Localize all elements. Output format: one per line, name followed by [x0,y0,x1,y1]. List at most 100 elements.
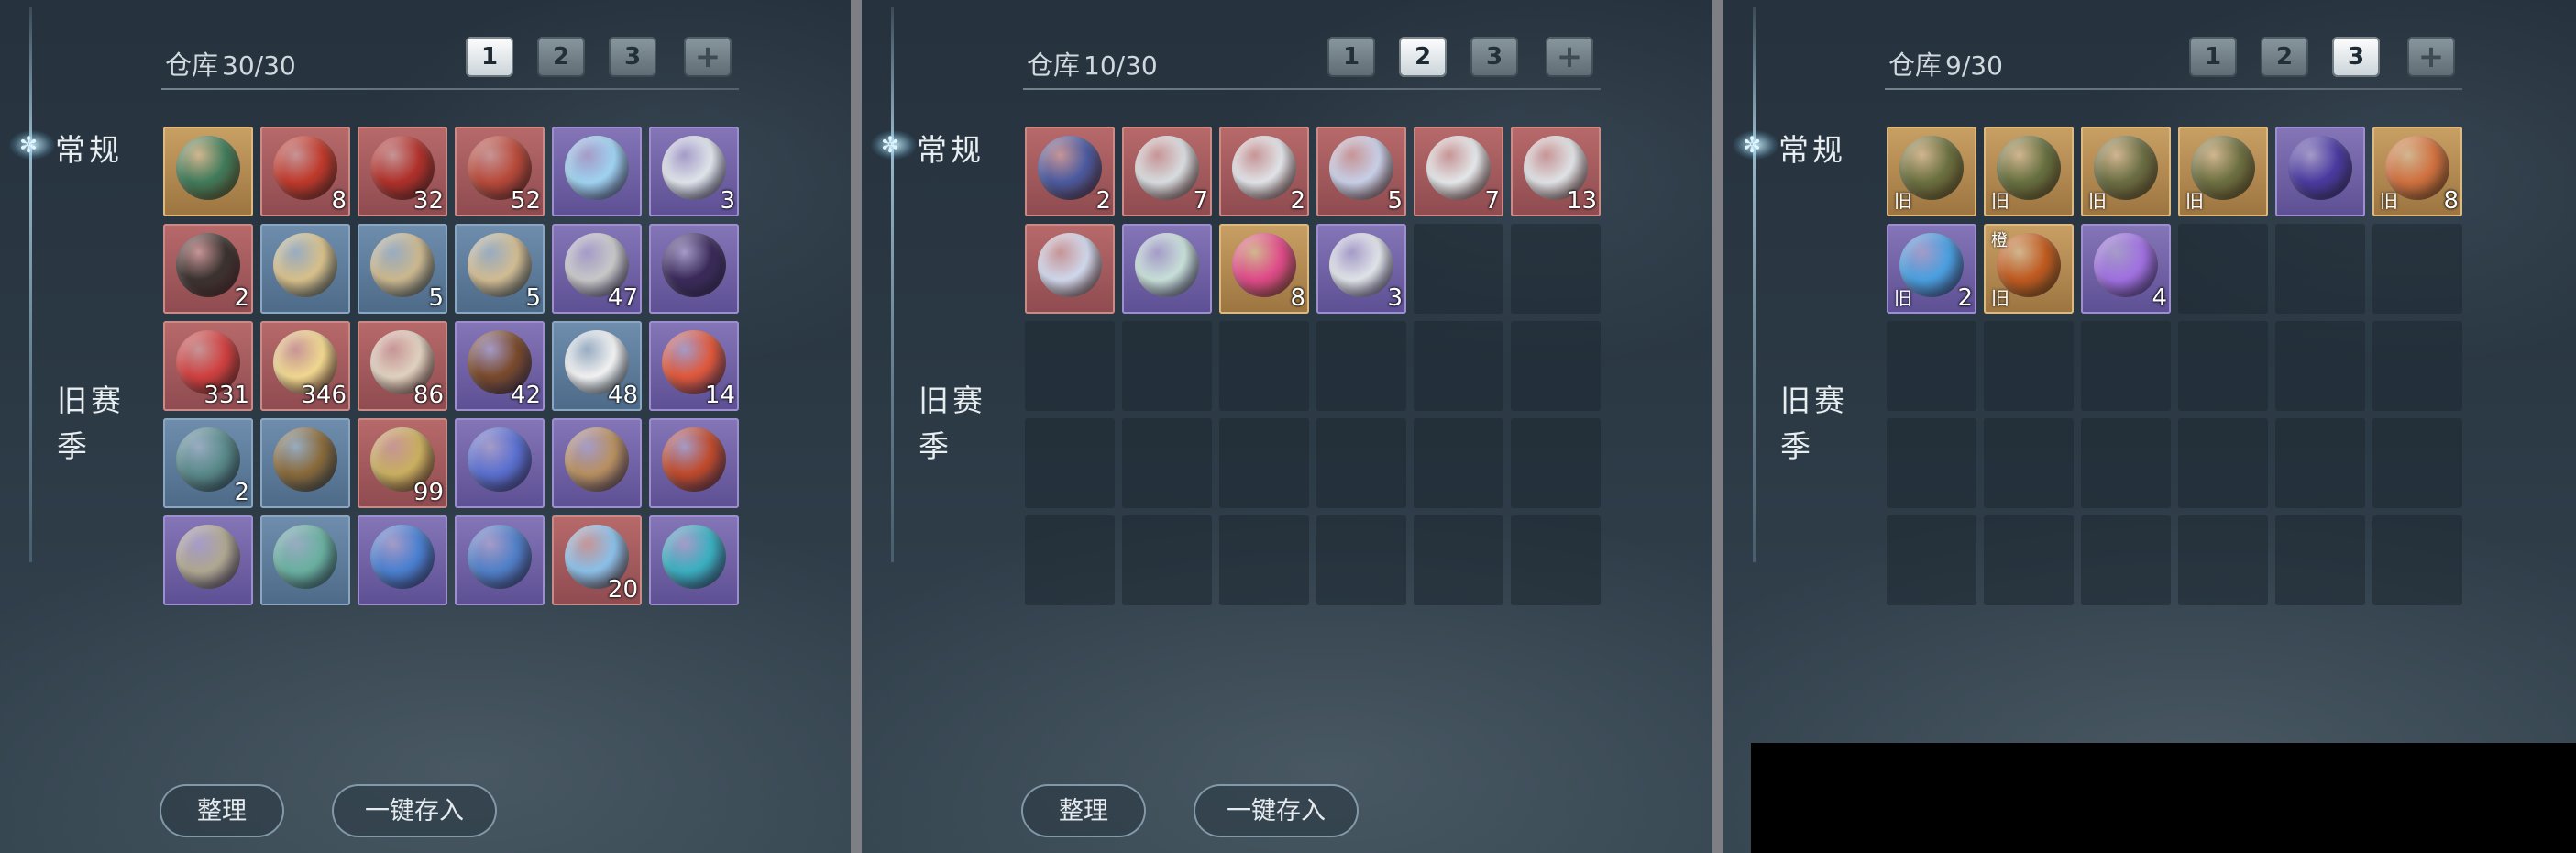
empty-slot[interactable] [1511,224,1601,314]
empty-slot[interactable] [1887,321,1976,411]
tab-old-season[interactable]: 旧赛季 [57,378,139,470]
item-slot[interactable]: 3 [1316,224,1406,314]
tab-regular[interactable]: 常规 [55,126,123,170]
item-slot[interactable]: 346 [260,321,350,411]
item-slot[interactable] [552,418,642,508]
page-tab-1[interactable]: 1 [2189,37,2237,77]
tab-old-season[interactable]: 旧赛季 [919,378,1001,470]
tab-regular[interactable]: 常规 [917,126,985,170]
empty-slot[interactable] [1984,321,2074,411]
add-page-icon[interactable]: + [1546,37,1593,77]
item-slot[interactable]: 8 [1219,224,1309,314]
item-slot[interactable] [2275,127,2365,216]
empty-slot[interactable] [2372,515,2462,605]
add-page-icon[interactable]: + [684,37,732,77]
item-slot[interactable]: 3 [649,127,739,216]
page-tab-1[interactable]: 1 [466,37,513,77]
empty-slot[interactable] [1219,515,1309,605]
empty-slot[interactable] [2275,224,2365,314]
item-slot[interactable] [649,515,739,605]
item-slot[interactable]: 2 [1025,127,1115,216]
item-slot[interactable]: 14 [649,321,739,411]
item-slot[interactable] [260,515,350,605]
item-slot[interactable]: 7 [1414,127,1503,216]
item-slot[interactable]: 331 [163,321,253,411]
empty-slot[interactable] [1025,321,1115,411]
item-slot[interactable] [1122,224,1212,314]
empty-slot[interactable] [2178,321,2268,411]
empty-slot[interactable] [1025,515,1115,605]
item-slot[interactable] [163,127,253,216]
item-slot[interactable] [260,418,350,508]
empty-slot[interactable] [1122,515,1212,605]
empty-slot[interactable] [1511,321,1601,411]
page-tab-2[interactable]: 2 [2261,37,2308,77]
tab-old-season[interactable]: 旧赛季 [1780,378,1863,470]
empty-slot[interactable] [2372,224,2462,314]
empty-slot[interactable] [2275,418,2365,508]
empty-slot[interactable] [1316,418,1406,508]
empty-slot[interactable] [2081,321,2171,411]
item-slot[interactable]: 42 [455,321,545,411]
empty-slot[interactable] [1887,515,1976,605]
empty-slot[interactable] [1219,321,1309,411]
item-slot[interactable]: 8 [260,127,350,216]
item-slot[interactable] [649,418,739,508]
item-slot[interactable]: 52 [455,127,545,216]
sort-button[interactable]: 整理 [1021,784,1146,837]
item-slot[interactable]: 5 [455,224,545,314]
item-slot[interactable] [455,418,545,508]
empty-slot[interactable] [2081,515,2171,605]
item-slot[interactable]: 13 [1511,127,1601,216]
empty-slot[interactable] [1511,515,1601,605]
empty-slot[interactable] [2372,321,2462,411]
page-tab-3[interactable]: 3 [2332,37,2380,77]
item-slot[interactable] [455,515,545,605]
empty-slot[interactable] [1219,418,1309,508]
empty-slot[interactable] [1122,418,1212,508]
page-tab-3[interactable]: 3 [1470,37,1518,77]
item-slot[interactable] [260,224,350,314]
empty-slot[interactable] [1511,418,1601,508]
page-tab-3[interactable]: 3 [609,37,656,77]
item-slot[interactable]: 2 [1219,127,1309,216]
page-tab-2[interactable]: 2 [1399,37,1447,77]
tab-regular[interactable]: 常规 [1778,126,1846,170]
empty-slot[interactable] [1414,321,1503,411]
empty-slot[interactable] [1984,418,2074,508]
empty-slot[interactable] [2178,224,2268,314]
item-slot[interactable] [1025,224,1115,314]
item-slot[interactable]: 86 [358,321,447,411]
empty-slot[interactable] [1984,515,2074,605]
item-slot[interactable]: 32 [358,127,447,216]
add-page-icon[interactable]: + [2407,37,2455,77]
item-slot[interactable] [358,515,447,605]
deposit-all-button[interactable]: 一键存入 [332,784,497,837]
empty-slot[interactable] [2275,515,2365,605]
deposit-all-button[interactable]: 一键存入 [1194,784,1359,837]
empty-slot[interactable] [1887,418,1976,508]
item-slot[interactable]: 4 [2081,224,2171,314]
item-slot[interactable]: 2 [163,418,253,508]
empty-slot[interactable] [1316,515,1406,605]
empty-slot[interactable] [2081,418,2171,508]
item-slot[interactable] [163,515,253,605]
item-slot[interactable]: 旧 [1887,127,1976,216]
item-slot[interactable]: 5 [1316,127,1406,216]
item-slot[interactable] [552,127,642,216]
empty-slot[interactable] [2275,321,2365,411]
item-slot[interactable] [649,224,739,314]
item-slot[interactable]: 旧2 [1887,224,1976,314]
item-slot[interactable]: 48 [552,321,642,411]
item-slot[interactable]: 7 [1122,127,1212,216]
empty-slot[interactable] [1316,321,1406,411]
empty-slot[interactable] [1025,418,1115,508]
item-slot[interactable]: 旧 [2178,127,2268,216]
item-slot[interactable]: 20 [552,515,642,605]
page-tab-1[interactable]: 1 [1327,37,1375,77]
empty-slot[interactable] [1414,224,1503,314]
empty-slot[interactable] [2178,418,2268,508]
item-slot[interactable]: 橙旧 [1984,224,2074,314]
empty-slot[interactable] [1122,321,1212,411]
empty-slot[interactable] [1414,418,1503,508]
